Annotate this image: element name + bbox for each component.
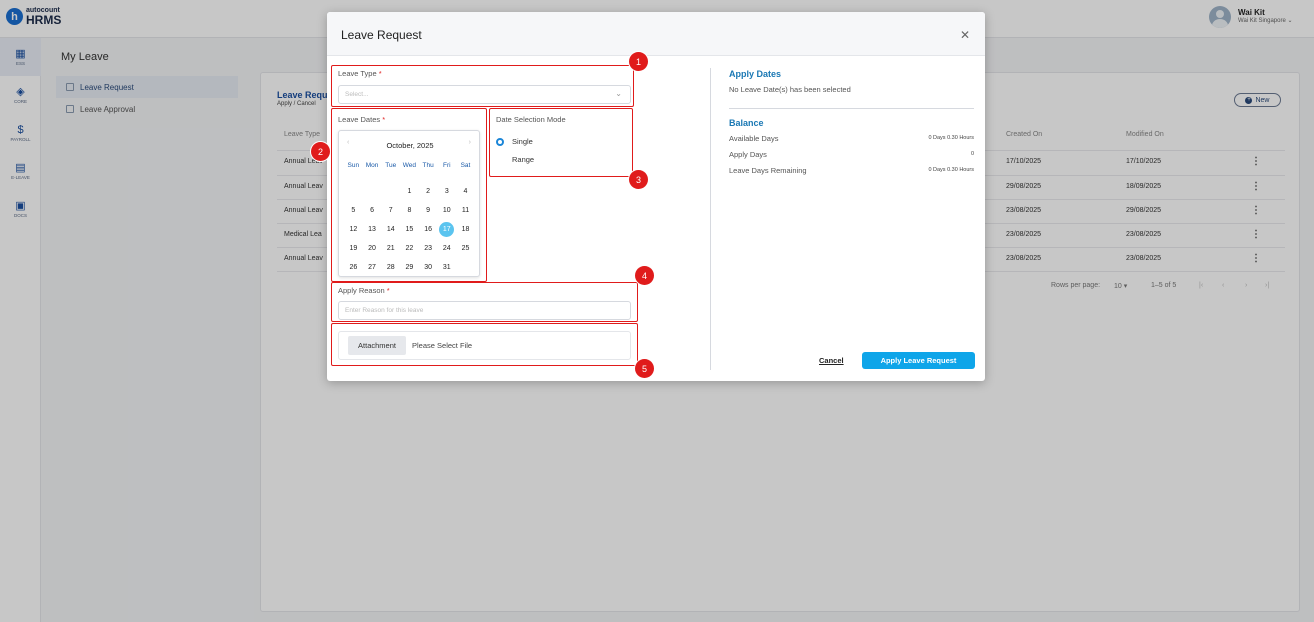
cancel-button[interactable]: Cancel: [819, 356, 844, 365]
annotation-badge-5: 5: [635, 359, 654, 378]
balance-value: 0 Days 0.30 Hours: [928, 167, 974, 173]
annotation-badge-4: 4: [635, 266, 654, 285]
annotation-badge-2: 2: [311, 142, 330, 161]
annotation-badge-1: 1: [629, 52, 648, 71]
vertical-divider: [710, 68, 711, 370]
highlight-box-3: [489, 108, 633, 177]
close-icon[interactable]: ✕: [960, 28, 970, 42]
apply-leave-request-button[interactable]: Apply Leave Request: [862, 352, 975, 369]
dialog-title: Leave Request: [341, 28, 422, 42]
balance-value: 0: [970, 151, 974, 157]
balance-title: Balance: [729, 118, 764, 128]
section-divider: [729, 108, 974, 109]
highlight-box-4: [331, 282, 638, 322]
highlight-box-1: [331, 65, 634, 107]
annotation-badge-3: 3: [629, 170, 648, 189]
highlight-box-2: [331, 108, 487, 282]
apply-dates-message: No Leave Date(s) has been selected: [729, 85, 851, 94]
highlight-box-5: [331, 323, 638, 366]
dialog-header: Leave Request ✕: [327, 12, 985, 56]
balance-label: Available Days: [729, 134, 779, 143]
balance-value: 0 Days 0.30 Hours: [928, 135, 974, 141]
balance-label: Apply Days: [729, 150, 767, 159]
apply-dates-title: Apply Dates: [729, 69, 782, 79]
balance-label: Leave Days Remaining: [729, 166, 807, 175]
